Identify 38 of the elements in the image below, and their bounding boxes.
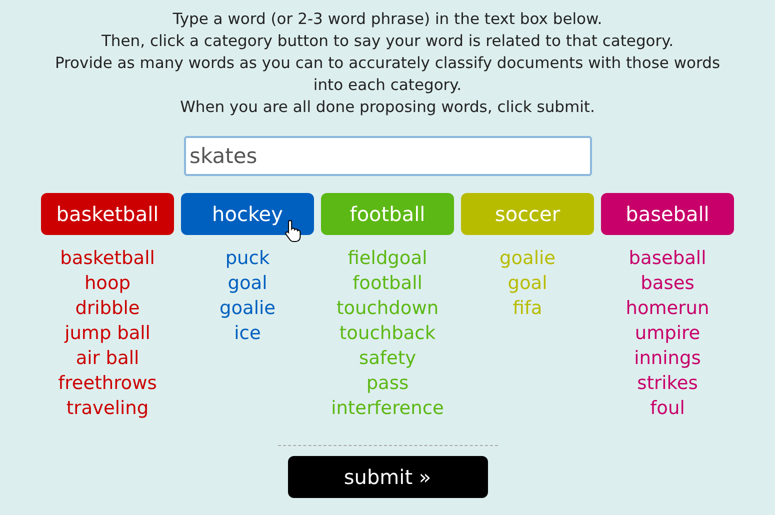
instruction-text: When you are all done proposing words, click submit. bbox=[179, 97, 596, 118]
instruction-text: into each category. bbox=[312, 75, 463, 96]
category-word: hoop bbox=[84, 272, 131, 296]
category-word: interference bbox=[331, 397, 444, 421]
category-word: jump ball bbox=[64, 322, 150, 346]
category-word: baseball bbox=[628, 247, 706, 271]
category-button[interactable]: baseball bbox=[601, 193, 734, 235]
category-word: strikes bbox=[637, 372, 698, 396]
category-word: pass bbox=[366, 372, 409, 396]
category-word: foul bbox=[650, 397, 685, 421]
category-word: touchdown bbox=[336, 297, 439, 321]
submit-button[interactable]: submit » bbox=[288, 456, 488, 498]
category-word: safety bbox=[358, 347, 416, 371]
category-word: goalie bbox=[219, 297, 276, 321]
word-input-field[interactable]: skates bbox=[184, 136, 592, 176]
category-word: umpire bbox=[634, 322, 700, 346]
instruction-text: Then, click a category button to say your word is related to that category. bbox=[100, 31, 675, 52]
category-word: freethrows bbox=[58, 372, 157, 396]
category-word: football bbox=[352, 272, 422, 296]
category-word: goal bbox=[228, 272, 268, 296]
category-word: fifa bbox=[512, 297, 542, 321]
category-word: air ball bbox=[76, 347, 140, 371]
category-word: traveling bbox=[66, 397, 149, 421]
category-word: homerun bbox=[626, 297, 710, 321]
category-word: dribble bbox=[75, 297, 140, 321]
category-word: ice bbox=[234, 322, 261, 346]
category-word: basketball bbox=[60, 247, 155, 271]
category-word: fieldgoal bbox=[348, 247, 428, 271]
category-button[interactable]: basketball bbox=[41, 193, 174, 235]
category-word: goalie bbox=[499, 247, 556, 271]
instruction-text: Provide as many words as you can to accurately classify documents with those words bbox=[54, 53, 722, 74]
category-button[interactable]: hockey bbox=[181, 193, 314, 235]
category-word: puck bbox=[225, 247, 270, 271]
category-word: goal bbox=[508, 272, 548, 296]
instruction-text: Type a word (or 2-3 word phrase) in the text box below. bbox=[172, 9, 604, 30]
category-word: touchback bbox=[339, 322, 436, 346]
category-word: innings bbox=[634, 347, 701, 371]
category-word: bases bbox=[640, 272, 694, 296]
